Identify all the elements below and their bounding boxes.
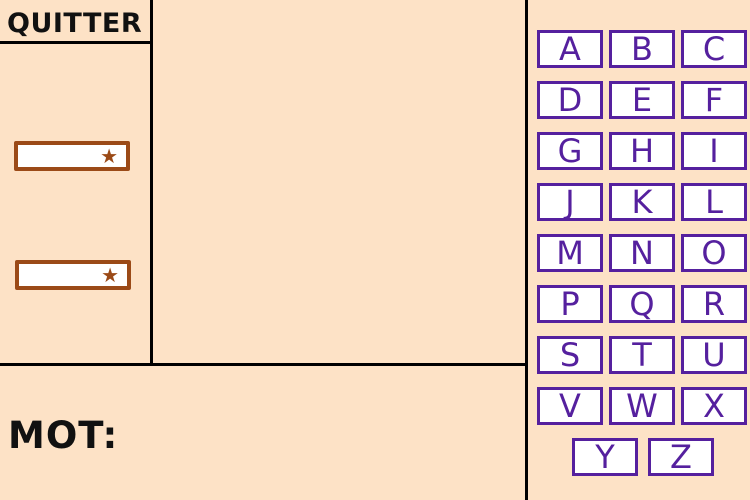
word-label: MOT: [8,414,119,457]
key-d[interactable]: D [537,81,603,119]
key-u[interactable]: U [681,336,747,374]
quit-underline [0,41,152,44]
key-j[interactable]: J [537,183,603,221]
key-s[interactable]: S [537,336,603,374]
key-i[interactable]: I [681,132,747,170]
key-l[interactable]: L [681,183,747,221]
quit-button[interactable]: QUITTER [7,7,147,41]
key-t[interactable]: T [609,336,675,374]
key-a[interactable]: A [537,30,603,68]
key-v[interactable]: V [537,387,603,425]
key-y[interactable]: Y [572,438,638,476]
star-icon: ★ [101,263,119,287]
key-c[interactable]: C [681,30,747,68]
star-icon: ★ [100,144,118,168]
key-w[interactable]: W [609,387,675,425]
key-z[interactable]: Z [648,438,714,476]
key-h[interactable]: H [609,132,675,170]
key-k[interactable]: K [609,183,675,221]
key-m[interactable]: M [537,234,603,272]
key-q[interactable]: Q [609,285,675,323]
key-f[interactable]: F [681,81,747,119]
key-n[interactable]: N [609,234,675,272]
left-panel-divider [150,0,153,365]
key-r[interactable]: R [681,285,747,323]
key-b[interactable]: B [609,30,675,68]
key-o[interactable]: O [681,234,747,272]
word-slot-2: ★ [15,260,131,290]
key-e[interactable]: E [609,81,675,119]
key-p[interactable]: P [537,285,603,323]
key-x[interactable]: X [681,387,747,425]
key-g[interactable]: G [537,132,603,170]
keyboard-panel-divider [525,0,528,500]
bottom-panel-top-border [0,363,528,366]
word-slot-1: ★ [14,141,130,171]
